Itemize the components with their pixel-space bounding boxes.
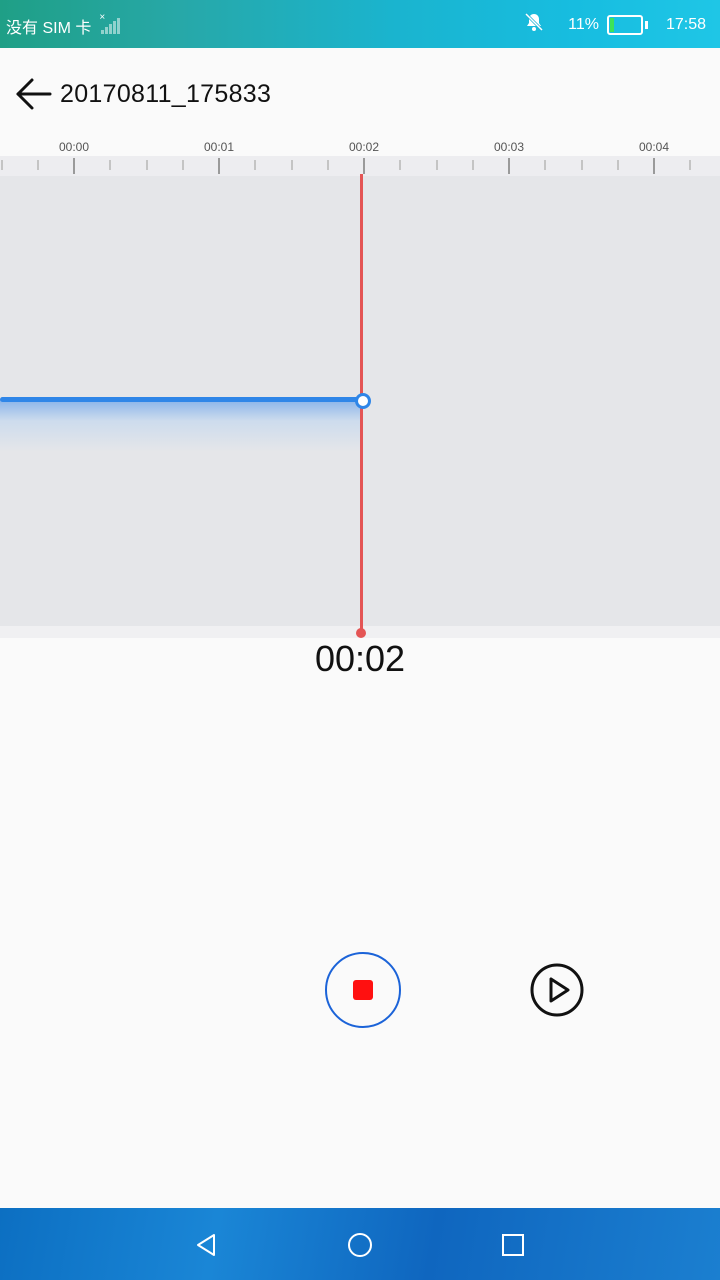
status-bar: 没有 SIM 卡 × 11% 17:58	[0, 0, 720, 48]
ruler-minor-tick	[0, 160, 3, 170]
clock: 17:58	[665, 15, 706, 33]
ruler-minor-tick	[326, 160, 329, 170]
nav-recents-button[interactable]	[498, 1230, 528, 1260]
ruler-minor-tick	[616, 160, 619, 170]
tick-label-0: 00:00	[58, 140, 90, 154]
ruler-minor-tick	[254, 160, 257, 170]
ruler-major-tick	[653, 158, 655, 174]
bell-off-icon	[524, 12, 544, 37]
arrow-left-icon	[16, 78, 52, 110]
playhead-handle[interactable]	[356, 628, 366, 638]
ruler-minor-tick	[435, 160, 438, 170]
back-button[interactable]	[14, 76, 54, 112]
ruler-minor-tick	[544, 160, 547, 170]
play-button[interactable]	[530, 963, 584, 1017]
battery-percent: 11%	[568, 15, 599, 33]
tick-label-3: 00:03	[493, 140, 525, 154]
back-triangle-icon	[197, 1234, 215, 1256]
elapsed-time: 00:02	[314, 638, 406, 679]
recording-title: 20170811_175833	[60, 80, 272, 108]
ruler-minor-tick	[145, 160, 148, 170]
play-icon	[530, 963, 584, 1017]
ruler-major-tick	[363, 158, 365, 174]
app-header: 20170811_175833	[0, 48, 720, 138]
nav-back-button[interactable]	[192, 1230, 222, 1260]
ruler-minor-tick	[109, 160, 112, 170]
ruler-band	[0, 156, 720, 176]
waveform-fill	[0, 400, 362, 452]
no-sim-signal-icon: ×	[99, 12, 121, 34]
ruler-major-tick	[218, 158, 220, 174]
ruler-minor-tick	[290, 160, 293, 170]
ruler-minor-tick	[689, 160, 692, 170]
ruler-minor-tick	[580, 160, 583, 170]
tick-label-2: 00:02	[348, 140, 380, 154]
ruler-major-tick	[73, 158, 75, 174]
carrier-label: 没有 SIM 卡	[6, 20, 92, 37]
stop-icon	[353, 980, 373, 1000]
time-ruler[interactable]: 00:00 00:01 00:02 00:03 00:04	[0, 136, 720, 176]
battery-tip	[644, 20, 648, 29]
tick-label-1: 00:01	[203, 140, 235, 154]
nav-home-button[interactable]	[345, 1230, 375, 1260]
tick-label-4: 00:04	[638, 140, 670, 154]
recents-square-icon	[502, 1234, 524, 1256]
playhead-dot[interactable]	[355, 393, 371, 409]
ruler-minor-tick	[399, 160, 402, 170]
ruler-minor-tick	[181, 160, 184, 170]
ruler-minor-tick	[36, 160, 39, 170]
ruler-major-tick	[508, 158, 510, 174]
ruler-minor-tick	[471, 160, 474, 170]
battery-icon	[606, 14, 643, 35]
system-nav-bar	[0, 1208, 720, 1280]
stop-button[interactable]	[325, 952, 401, 1028]
waveform-line	[0, 397, 362, 402]
home-circle-icon	[348, 1233, 372, 1257]
